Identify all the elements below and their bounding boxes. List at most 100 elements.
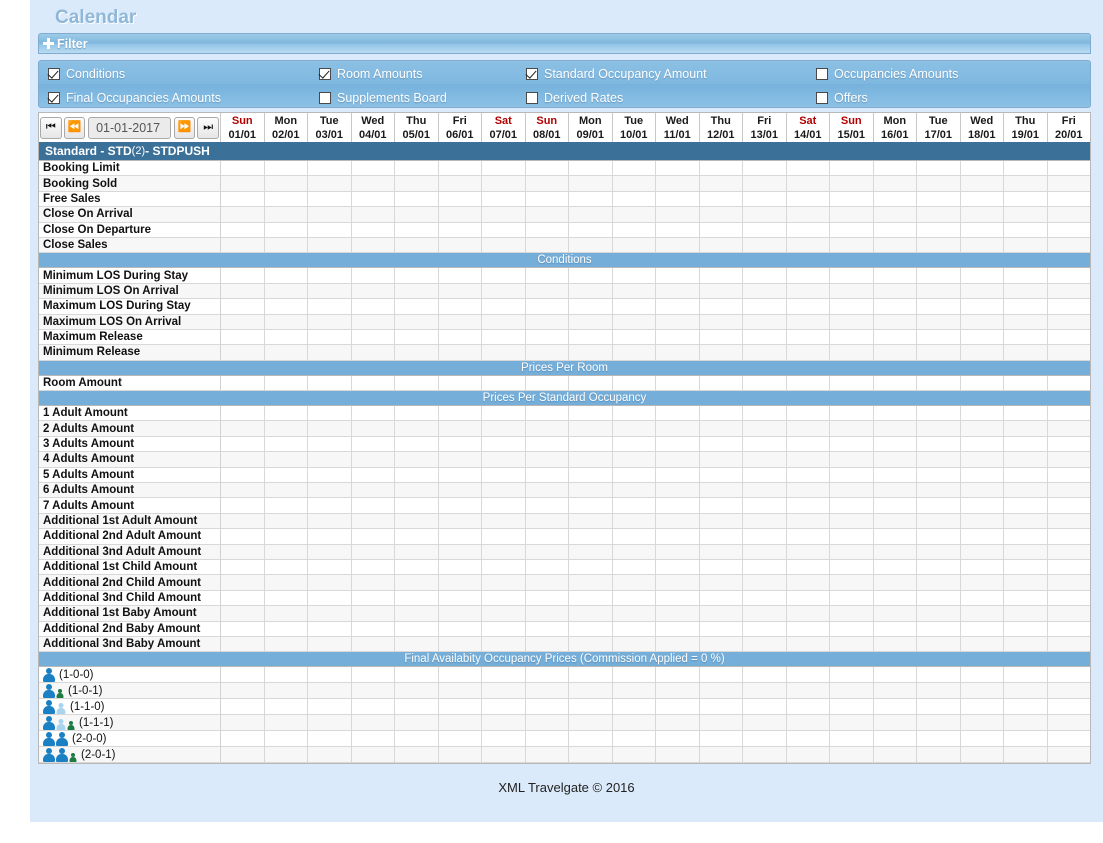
grid-cell[interactable] (612, 636, 656, 653)
grid-cell[interactable] (612, 421, 656, 437)
grid-cell[interactable] (960, 345, 1004, 361)
grid-cell[interactable] (873, 606, 917, 622)
room-rate-header[interactable]: Standard - STD (2) - STDPUSH (39, 142, 1090, 161)
grid-cell[interactable] (1004, 731, 1048, 748)
grid-cell[interactable] (917, 747, 961, 764)
grid-cell[interactable] (482, 483, 526, 499)
grid-cell[interactable] (1004, 715, 1048, 732)
grid-cell[interactable] (395, 421, 439, 437)
grid-cell[interactable] (699, 436, 743, 453)
grid-cell[interactable] (569, 667, 613, 684)
grid-cell[interactable] (569, 747, 613, 764)
grid-cell[interactable] (525, 559, 569, 576)
grid-cell[interactable] (351, 699, 395, 716)
grid-cell[interactable] (656, 222, 700, 238)
grid-cell[interactable] (569, 268, 613, 284)
grid-cell[interactable] (612, 237, 656, 254)
grid-cell[interactable] (264, 483, 308, 499)
grid-cell[interactable] (743, 406, 787, 422)
grid-cell[interactable] (960, 222, 1004, 238)
grid-cell[interactable] (351, 375, 395, 392)
grid-cell[interactable] (525, 683, 569, 700)
grid-cell[interactable] (830, 699, 874, 716)
grid-cell[interactable] (221, 299, 265, 315)
grid-cell[interactable] (221, 636, 265, 653)
grid-cell[interactable] (351, 513, 395, 530)
grid-cell[interactable] (960, 299, 1004, 315)
grid-cell[interactable] (482, 436, 526, 453)
grid-cell[interactable] (699, 498, 743, 514)
grid-cell[interactable] (438, 621, 482, 637)
grid-cell[interactable] (264, 715, 308, 732)
grid-cell[interactable] (873, 268, 917, 284)
grid-cell[interactable] (264, 683, 308, 700)
grid-cell[interactable] (960, 699, 1004, 716)
grid-cell[interactable] (656, 590, 700, 607)
grid-cell[interactable] (743, 559, 787, 576)
grid-cell[interactable] (264, 268, 308, 284)
grid-cell[interactable] (308, 314, 352, 330)
grid-cell[interactable] (438, 559, 482, 576)
grid-cell[interactable] (743, 606, 787, 622)
grid-cell[interactable] (656, 314, 700, 330)
grid-cell[interactable] (525, 590, 569, 607)
grid-cell[interactable] (308, 731, 352, 748)
grid-cell[interactable] (612, 268, 656, 284)
grid-cell[interactable] (569, 483, 613, 499)
grid-cell[interactable] (438, 207, 482, 223)
grid-cell[interactable] (917, 406, 961, 422)
grid-cell[interactable] (264, 176, 308, 192)
grid-cell[interactable] (395, 375, 439, 392)
grid-cell[interactable] (699, 621, 743, 637)
grid-cell[interactable] (395, 715, 439, 732)
grid-cell[interactable] (264, 237, 308, 254)
grid-cell[interactable] (656, 667, 700, 684)
grid-cell[interactable] (830, 436, 874, 453)
grid-cell[interactable] (786, 191, 830, 208)
grid-cell[interactable] (308, 207, 352, 223)
grid-cell[interactable] (221, 375, 265, 392)
grid-cell[interactable] (221, 222, 265, 238)
grid-cell[interactable] (264, 606, 308, 622)
grid-cell[interactable] (395, 498, 439, 514)
grid-cell[interactable] (830, 747, 874, 764)
grid-cell[interactable] (308, 544, 352, 560)
grid-cell[interactable] (656, 621, 700, 637)
grid-cell[interactable] (917, 667, 961, 684)
grid-cell[interactable] (786, 498, 830, 514)
grid-cell[interactable] (395, 329, 439, 346)
grid-cell[interactable] (612, 498, 656, 514)
grid-cell[interactable] (743, 636, 787, 653)
grid-cell[interactable] (1004, 590, 1048, 607)
grid-cell[interactable] (569, 375, 613, 392)
grid-cell[interactable] (612, 590, 656, 607)
grid-cell[interactable] (1047, 345, 1090, 361)
grid-cell[interactable] (351, 636, 395, 653)
grid-cell[interactable] (395, 683, 439, 700)
grid-cell[interactable] (482, 747, 526, 764)
grid-cell[interactable] (1004, 606, 1048, 622)
grid-cell[interactable] (395, 191, 439, 208)
grid-cell[interactable] (873, 683, 917, 700)
grid-cell[interactable] (612, 299, 656, 315)
grid-cell[interactable] (351, 345, 395, 361)
grid-cell[interactable] (569, 544, 613, 560)
grid-cell[interactable] (308, 667, 352, 684)
grid-cell[interactable] (395, 559, 439, 576)
grid-cell[interactable] (960, 575, 1004, 591)
grid-cell[interactable] (482, 575, 526, 591)
grid-cell[interactable] (917, 498, 961, 514)
grid-cell[interactable] (873, 283, 917, 300)
grid-cell[interactable] (569, 406, 613, 422)
grid-cell[interactable] (1047, 591, 1090, 607)
grid-cell[interactable] (612, 621, 656, 637)
grid-cell[interactable] (743, 421, 787, 437)
grid-cell[interactable] (699, 575, 743, 591)
grid-cell[interactable] (351, 544, 395, 560)
grid-cell[interactable] (830, 529, 874, 545)
grid-cell[interactable] (656, 715, 700, 732)
grid-cell[interactable] (656, 161, 700, 177)
grid-cell[interactable] (786, 529, 830, 545)
grid-cell[interactable] (656, 731, 700, 748)
filter-checkbox-supplements-board[interactable]: Supplements Board (319, 86, 526, 110)
